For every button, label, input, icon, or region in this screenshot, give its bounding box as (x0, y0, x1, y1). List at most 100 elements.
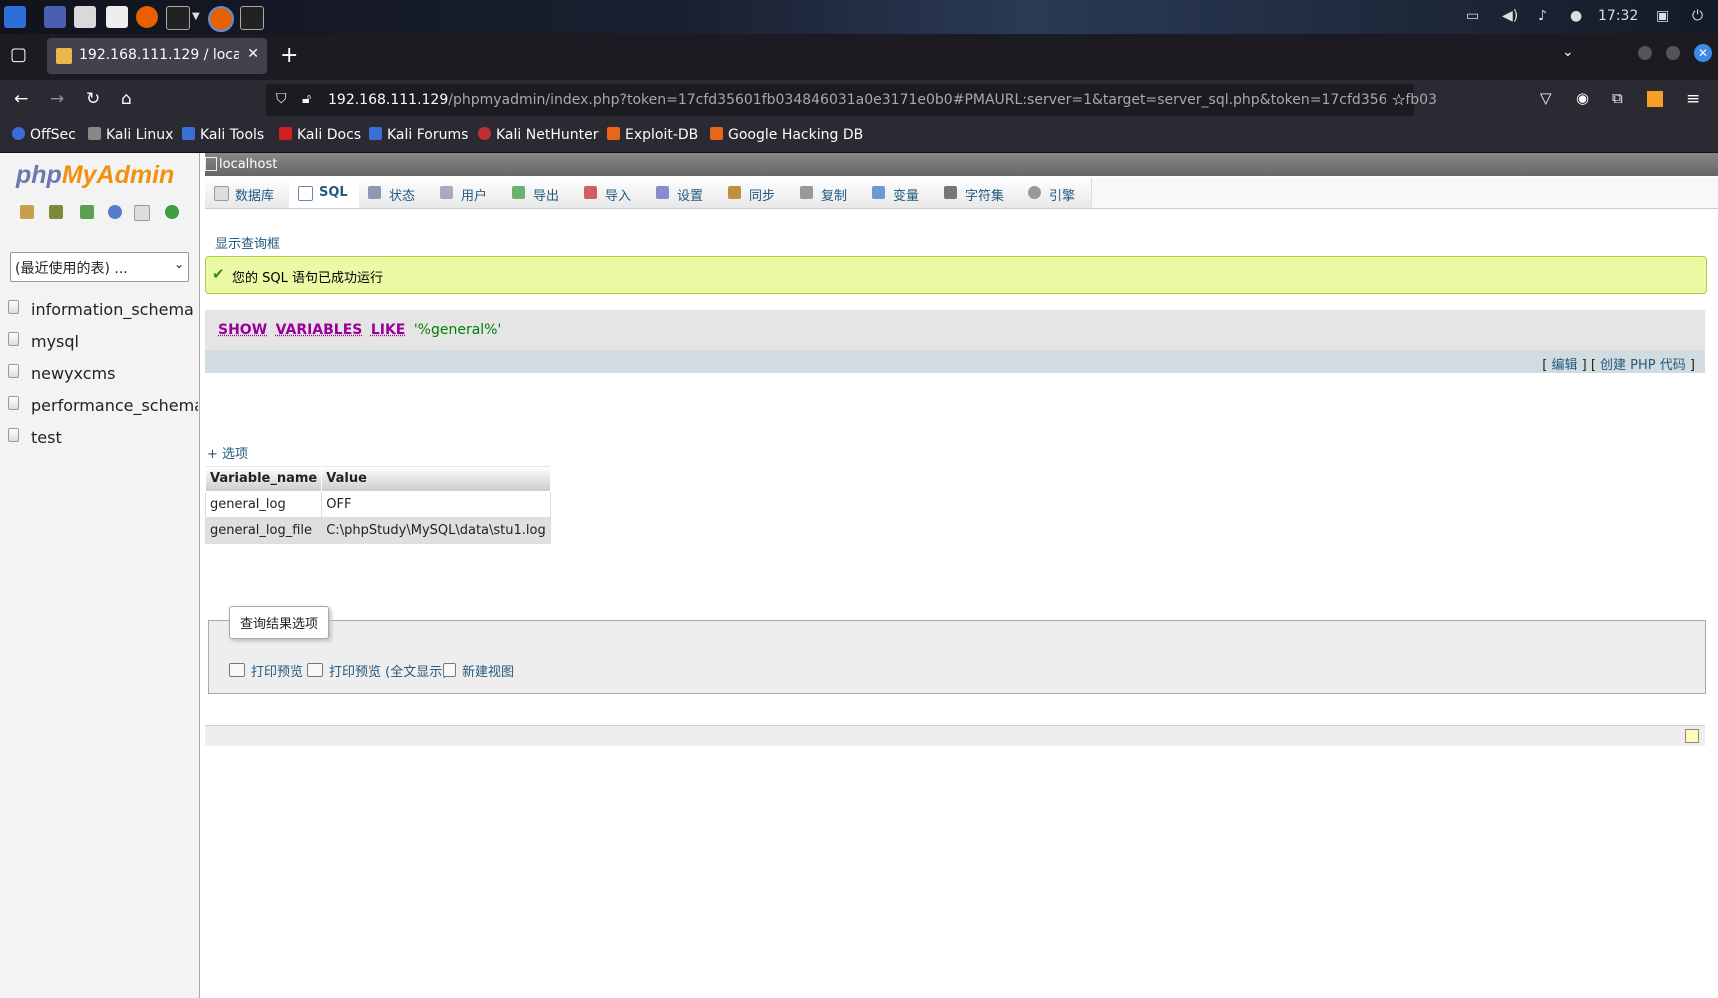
star-icon[interactable]: ☆ (1385, 90, 1406, 109)
pma-main: localhost 数据库 SQL 状态 用户 导出 导入 设置 同步 复制 变… (204, 153, 1718, 998)
tab-charsets[interactable]: 字符集 (935, 178, 1020, 208)
lock-icon[interactable]: 🔓︎ (302, 91, 311, 107)
edit-sql-link[interactable]: 编辑 (1551, 358, 1577, 373)
status-icon (368, 186, 381, 199)
db-item-information-schema[interactable]: information_schema (8, 300, 194, 324)
extensions-icon[interactable]: ⧉ (1612, 89, 1623, 107)
database-icon (214, 186, 229, 201)
home-icon[interactable] (20, 205, 34, 219)
chevron-down-icon[interactable]: ⌄ (1562, 44, 1574, 60)
terminal-window-icon[interactable] (240, 6, 264, 30)
column-header[interactable]: Value (321, 465, 551, 492)
create-php-code-link[interactable]: 创建 PHP 代码 (1600, 358, 1686, 373)
print-view-link[interactable]: 打印预览 (229, 661, 303, 680)
logout-icon[interactable] (49, 205, 63, 219)
tab-databases[interactable]: 数据库 (205, 178, 290, 208)
tab-variables[interactable]: 变量 (863, 178, 936, 208)
query-result-options: 打印预览 打印预览 (全文显示) 新建视图 (208, 620, 1706, 694)
create-view-link[interactable]: 新建视图 (443, 661, 514, 680)
table-cell: general_log_file (204, 517, 323, 544)
chevron-down-icon: ⌄ (173, 257, 184, 271)
pocket-icon[interactable]: ▽ (1540, 89, 1552, 107)
minimize-button[interactable] (1638, 46, 1652, 60)
column-header[interactable]: Variable_name (204, 465, 323, 492)
show-desktop-icon[interactable] (44, 6, 66, 28)
terminal-launcher-icon[interactable] (166, 6, 190, 30)
bookmark-kali-docs[interactable]: Kali Docs (279, 127, 361, 143)
clock[interactable]: 17:32 (1598, 8, 1638, 24)
lock-icon[interactable]: ▣ (1656, 8, 1669, 24)
tab-users[interactable]: 用户 (431, 178, 504, 208)
bookmark-exploit-db[interactable]: Exploit-DB (607, 127, 698, 143)
home-icon[interactable]: ⌂ (121, 89, 132, 109)
tab-replication[interactable]: 复制 (791, 178, 864, 208)
shield-icon[interactable]: ⛉ (276, 91, 287, 107)
sync-icon (728, 186, 741, 199)
db-item-newyxcms[interactable]: newyxcms (8, 364, 115, 388)
db-item-mysql[interactable]: mysql (8, 332, 79, 356)
reload-icon[interactable]: ↻ (86, 89, 100, 109)
firefox-window-icon[interactable] (208, 6, 234, 32)
firefox-launcher-icon[interactable] (136, 6, 158, 28)
tab-export[interactable]: 导出 (503, 178, 576, 208)
account-icon[interactable]: ◉ (1576, 89, 1589, 107)
tab-import[interactable]: 导入 (575, 178, 648, 208)
forward-arrow-icon[interactable]: → (50, 89, 64, 109)
file-manager-icon[interactable] (74, 6, 96, 28)
close-window-button[interactable]: ✕ (1694, 44, 1712, 62)
network-icon[interactable]: ● (1570, 8, 1582, 24)
db-item-test[interactable]: test (8, 428, 62, 452)
bookmark-kali-nethunter[interactable]: Kali NetHunter (478, 127, 598, 143)
sql-query-display: SHOW VARIABLES LIKE '%general%' (205, 310, 1705, 350)
tab-status[interactable]: 状态 (359, 178, 432, 208)
bookmark-kali-linux[interactable]: Kali Linux (88, 127, 173, 143)
tab-settings[interactable]: 设置 (647, 178, 720, 208)
show-query-box-link[interactable]: 显示查询框 (215, 233, 280, 252)
close-icon[interactable]: ✕ (247, 46, 259, 62)
help-icon[interactable] (108, 205, 122, 219)
server-link[interactable]: localhost (219, 157, 277, 172)
reload-nav-icon[interactable] (165, 205, 179, 219)
tab-sql[interactable]: SQL (289, 178, 360, 208)
db-item-performance-schema[interactable]: performance_schema (8, 396, 198, 420)
server-icon (205, 157, 217, 171)
bookmark-kali-tools[interactable]: Kali Tools (182, 127, 264, 143)
table-row[interactable]: general_log_file C:\phpStudy\MySQL\data\… (204, 517, 551, 544)
phpmyadmin-logo[interactable]: phpMyAdmin (16, 161, 174, 190)
bookmark-offsec[interactable]: OffSec (12, 127, 76, 143)
extension-ip-icon[interactable] (1647, 91, 1663, 107)
tab-engines[interactable]: 引擎 (1019, 178, 1092, 208)
print-view-full-link[interactable]: 打印预览 (全文显示) (307, 661, 447, 680)
bell-icon[interactable]: ♪ (1538, 8, 1547, 24)
url-path: /phpmyadmin/index.php?token=17cfd35601fb… (448, 92, 1437, 108)
volume-icon[interactable]: ◀) (1502, 8, 1518, 24)
database-icon (8, 300, 19, 314)
screen-icon[interactable]: ▭ (1466, 8, 1479, 24)
export-icon (512, 186, 525, 199)
console-toggle-icon[interactable] (1685, 729, 1699, 743)
menu-icon[interactable]: ≡ (1686, 89, 1700, 109)
kali-menu-icon[interactable] (4, 6, 26, 28)
browser-tab[interactable]: 192.168.111.129 / localhost ✕ (47, 38, 267, 74)
bookmark-google-hacking-db[interactable]: Google Hacking DB (710, 127, 863, 143)
tab-sync[interactable]: 同步 (719, 178, 792, 208)
browser-navbar: ← → ↻ ⌂ ⛉ 🔓︎ 192.168.111.129/phpmyadmin/… (0, 80, 1718, 120)
maximize-button[interactable] (1666, 46, 1680, 60)
options-toggle-link[interactable]: + 选项 (207, 443, 248, 462)
back-arrow-icon[interactable]: ← (14, 89, 28, 109)
chevron-down-icon[interactable]: ▼ (192, 11, 200, 22)
new-tab-button[interactable]: + (280, 43, 298, 68)
url-text[interactable]: 192.168.111.129/phpmyadmin/index.php?tok… (328, 92, 1437, 108)
tab-list-icon[interactable]: ▢ (10, 44, 27, 65)
docs-icon[interactable] (134, 205, 150, 221)
recent-tables-select[interactable]: (最近使用的表) ... ⌄ (10, 252, 189, 282)
sql-action-links: [ 编辑 ] [ 创建 PHP 代码 ] (205, 350, 1705, 373)
bookmark-kali-forums[interactable]: Kali Forums (369, 127, 468, 143)
query-window-icon[interactable] (80, 205, 94, 219)
table-row[interactable]: general_log OFF (204, 491, 551, 518)
pma-navigation: phpMyAdmin (最近使用的表) ... ⌄ information_sc… (0, 153, 200, 998)
url-bar[interactable]: ⛉ 🔓︎ 192.168.111.129/phpmyadmin/index.ph… (266, 84, 1437, 116)
text-editor-icon[interactable] (106, 6, 128, 28)
power-icon[interactable]: ⏻ (1692, 8, 1703, 24)
ghdb-icon (710, 127, 723, 140)
